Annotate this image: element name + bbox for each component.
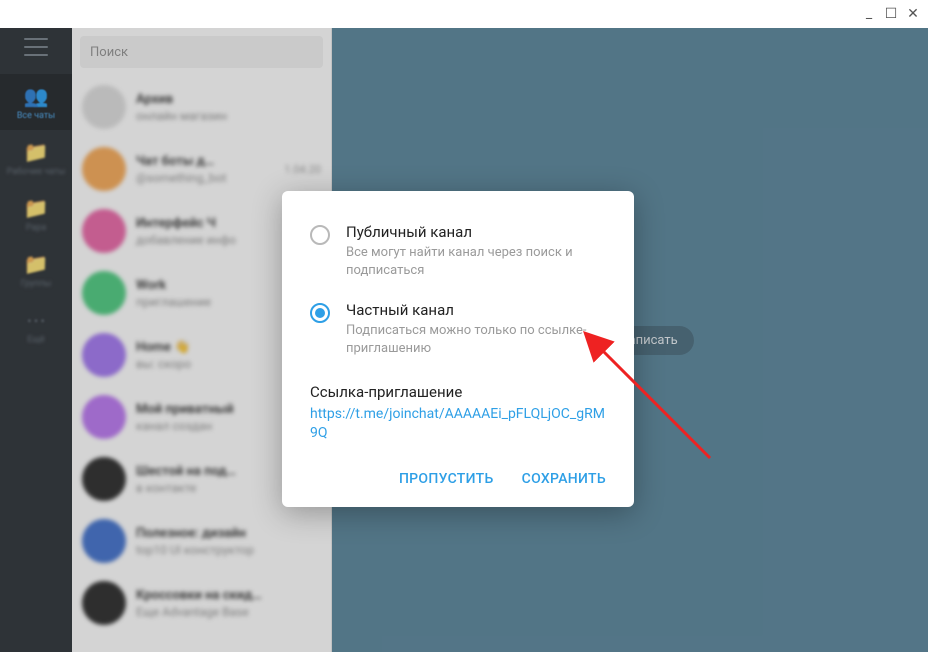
radio-unchecked-icon[interactable] xyxy=(310,225,330,245)
option-desc: Все могут найти канал через поиск и подп… xyxy=(346,244,606,279)
option-title: Частный канал xyxy=(346,301,606,319)
maximize-button[interactable]: ☐ xyxy=(884,7,898,21)
minimize-button[interactable]: _ xyxy=(862,7,876,21)
radio-checked-icon[interactable] xyxy=(310,303,330,323)
close-button[interactable]: ✕ xyxy=(906,7,920,21)
window-titlebar: _ ☐ ✕ xyxy=(0,0,928,28)
save-button[interactable]: СОХРАНИТЬ xyxy=(522,471,606,487)
option-desc: Подписаться можно только по ссылке-пригл… xyxy=(346,322,606,357)
invite-header: Ссылка-приглашение xyxy=(310,383,606,401)
modal-actions: ПРОПУСТИТЬ СОХРАНИТЬ xyxy=(282,461,634,495)
invite-link[interactable]: https://t.me/joinchat/AAAAAEi_pFLQLjOC_g… xyxy=(310,405,606,443)
option-title: Публичный канал xyxy=(346,223,606,241)
option-private-channel[interactable]: Частный канал Подписаться можно только п… xyxy=(282,295,634,373)
channel-type-modal: Публичный канал Все могут найти канал че… xyxy=(282,191,634,507)
invite-link-section: Ссылка-приглашение https://t.me/joinchat… xyxy=(282,373,634,461)
app-frame: 👥 Все чаты 📁 Рабочие чаты 📁 Papa 📁 Групп… xyxy=(0,28,928,652)
skip-button[interactable]: ПРОПУСТИТЬ xyxy=(399,471,494,487)
option-public-channel[interactable]: Публичный канал Все могут найти канал че… xyxy=(282,217,634,295)
